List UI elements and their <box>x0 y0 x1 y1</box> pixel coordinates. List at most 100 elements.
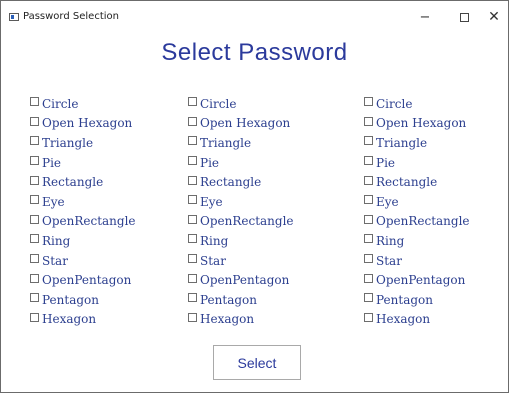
shape-option[interactable]: Eye <box>30 192 136 212</box>
shape-option-label: OpenPentagon <box>42 273 132 288</box>
shape-option-label: Pie <box>42 155 62 170</box>
checkbox[interactable] <box>188 195 197 205</box>
checkbox[interactable] <box>188 136 197 146</box>
checkbox[interactable] <box>364 293 373 303</box>
shape-option[interactable]: Pentagon <box>364 290 470 310</box>
shape-option[interactable]: Circle <box>30 94 136 114</box>
shape-option-label: Ring <box>200 233 229 248</box>
shape-option-label: Pentagon <box>376 292 433 307</box>
checkbox[interactable] <box>364 234 373 244</box>
shape-option-label: Circle <box>200 96 237 111</box>
checkbox[interactable] <box>364 254 373 264</box>
checkbox[interactable] <box>30 195 39 205</box>
checkbox[interactable] <box>30 273 39 283</box>
checkbox[interactable] <box>364 175 373 185</box>
shape-option[interactable]: Star <box>188 251 294 271</box>
checkbox[interactable] <box>188 116 197 126</box>
shape-option-label: OpenRectangle <box>200 214 294 229</box>
checkbox[interactable] <box>364 195 373 205</box>
shape-option[interactable]: Triangle <box>30 133 136 153</box>
shape-option-label: Rectangle <box>200 175 262 190</box>
shape-option-label: OpenRectangle <box>376 214 470 229</box>
shape-option[interactable]: OpenRectangle <box>30 212 136 232</box>
shape-option[interactable]: Rectangle <box>188 172 294 192</box>
shape-option[interactable]: OpenRectangle <box>364 212 470 232</box>
shape-option[interactable]: Hexagon <box>30 310 136 330</box>
checkbox[interactable] <box>188 156 197 166</box>
shape-option-label: Pentagon <box>200 292 257 307</box>
password-selection-window: Password Selection − ✕ Select Password C… <box>0 0 509 393</box>
shape-option-label: Open Hexagon <box>42 116 133 131</box>
shape-option-label: Circle <box>376 96 413 111</box>
select-button[interactable]: Select <box>213 345 301 380</box>
shape-option[interactable]: Open Hexagon <box>188 114 294 134</box>
checkbox[interactable] <box>364 156 373 166</box>
checkbox[interactable] <box>188 293 197 303</box>
shape-option-label: Open Hexagon <box>200 116 291 131</box>
shape-option[interactable]: Pie <box>364 153 470 173</box>
shape-option[interactable]: Pentagon <box>30 290 136 310</box>
shape-option[interactable]: Triangle <box>364 133 470 153</box>
shape-option[interactable]: OpenPentagon <box>188 270 294 290</box>
shape-option-label: Eye <box>200 194 223 209</box>
shape-option[interactable]: Hexagon <box>364 310 470 330</box>
shape-option[interactable]: Pie <box>30 153 136 173</box>
shape-option-label: Triangle <box>42 135 94 150</box>
shape-option[interactable]: Star <box>30 251 136 271</box>
checkbox[interactable] <box>188 254 197 264</box>
shape-option-label: Rectangle <box>42 175 104 190</box>
shape-option[interactable]: Circle <box>188 94 294 114</box>
shape-option[interactable]: Eye <box>188 192 294 212</box>
checkbox[interactable] <box>30 116 39 126</box>
checkbox[interactable] <box>188 214 197 224</box>
checkbox[interactable] <box>188 273 197 283</box>
shape-option-label: Eye <box>42 194 65 209</box>
checkbox[interactable] <box>188 97 197 107</box>
checkbox[interactable] <box>30 97 39 107</box>
checkbox[interactable] <box>30 136 39 146</box>
shape-option[interactable]: OpenPentagon <box>364 270 470 290</box>
checkbox[interactable] <box>30 312 39 322</box>
maximize-button[interactable] <box>444 1 484 33</box>
shape-option[interactable]: Ring <box>188 231 294 251</box>
checkbox[interactable] <box>364 97 373 107</box>
shape-option[interactable]: Triangle <box>188 133 294 153</box>
checkbox[interactable] <box>188 175 197 185</box>
title-bar[interactable]: Password Selection − ✕ <box>1 1 508 33</box>
shape-option[interactable]: Ring <box>30 231 136 251</box>
shape-option-label: Rectangle <box>376 175 438 190</box>
shape-option[interactable]: OpenPentagon <box>30 270 136 290</box>
shape-option-label: Hexagon <box>200 312 255 327</box>
shape-option[interactable]: Pie <box>188 153 294 173</box>
checkbox[interactable] <box>364 116 373 126</box>
shape-option[interactable]: Open Hexagon <box>30 114 136 134</box>
checkbox[interactable] <box>188 312 197 322</box>
checkbox[interactable] <box>30 234 39 244</box>
shape-option-label: Open Hexagon <box>376 116 467 131</box>
shape-option[interactable]: Rectangle <box>30 172 136 192</box>
shape-option[interactable]: Ring <box>364 231 470 251</box>
checkbox[interactable] <box>364 273 373 283</box>
checkbox[interactable] <box>30 254 39 264</box>
checkbox[interactable] <box>30 156 39 166</box>
shape-option[interactable]: Pentagon <box>188 290 294 310</box>
checkbox[interactable] <box>30 214 39 224</box>
shape-option[interactable]: Hexagon <box>188 310 294 330</box>
checkbox[interactable] <box>30 175 39 185</box>
shape-option-label: Pie <box>200 155 220 170</box>
checkbox[interactable] <box>364 214 373 224</box>
minimize-button[interactable]: − <box>405 1 445 33</box>
shape-option[interactable]: Star <box>364 251 470 271</box>
close-button[interactable]: ✕ <box>479 1 509 33</box>
checkbox[interactable] <box>364 136 373 146</box>
shape-option[interactable]: Open Hexagon <box>364 114 470 134</box>
shape-option-label: OpenPentagon <box>376 273 466 288</box>
checkbox[interactable] <box>188 234 197 244</box>
shape-option-label: Pie <box>376 155 396 170</box>
checkbox[interactable] <box>364 312 373 322</box>
shape-option[interactable]: Eye <box>364 192 470 212</box>
shape-option[interactable]: Circle <box>364 94 470 114</box>
shape-option[interactable]: Rectangle <box>364 172 470 192</box>
checkbox[interactable] <box>30 293 39 303</box>
shape-option[interactable]: OpenRectangle <box>188 212 294 232</box>
